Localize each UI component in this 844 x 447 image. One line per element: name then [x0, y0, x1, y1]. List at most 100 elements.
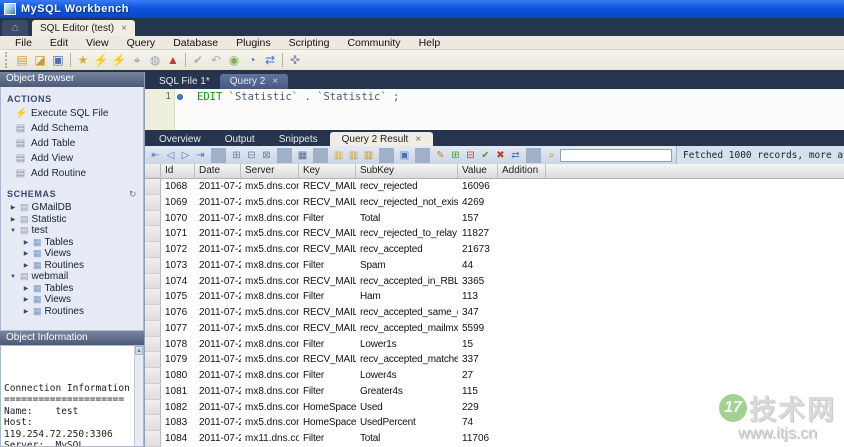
cell-value[interactable]: 157	[458, 211, 498, 227]
discard-changes-icon[interactable]: ✖	[493, 148, 508, 163]
cell-subkey[interactable]: Greater4s	[356, 384, 458, 400]
cell-value[interactable]: 44	[458, 258, 498, 274]
cell-subkey[interactable]: Spam	[356, 258, 458, 274]
cell-date[interactable]: 2011-07-20	[195, 321, 241, 337]
table-row[interactable]: 1068 2011-07-20 mx5.dns.com.cn RECV_MAIL…	[145, 179, 844, 195]
cell-key[interactable]: HomeSpace	[299, 400, 356, 416]
cell-value[interactable]: 4269	[458, 195, 498, 211]
cell-date[interactable]: 2011-07-20	[195, 400, 241, 416]
cell-server[interactable]: mx8.dns.com.cn	[241, 289, 299, 305]
cell-id[interactable]: 1068	[161, 179, 195, 195]
cell-subkey[interactable]: recv_accepted_mailmx	[356, 321, 458, 337]
row-selector[interactable]	[145, 368, 161, 384]
manage-columns-icon[interactable]: ▥	[361, 148, 376, 163]
stop-icon[interactable]: ◍	[146, 52, 164, 69]
sort-desc-icon[interactable]: ▥	[346, 148, 361, 163]
export-recordset-icon[interactable]: ▣	[397, 148, 412, 163]
schema-gmaildb[interactable]: ▶ ▤ GMailDB	[5, 202, 143, 214]
tab-overview[interactable]: Overview ×	[147, 132, 213, 146]
schema-test[interactable]: ▼ ▤ test	[5, 225, 143, 237]
cell-date[interactable]: 2011-07-20	[195, 226, 241, 242]
cell-date[interactable]: 2011-07-20	[195, 431, 241, 447]
expander-icon[interactable]: ▶	[22, 250, 30, 257]
cell-server[interactable]: mx5.dns.com.cn	[241, 305, 299, 321]
cell-value[interactable]: 115	[458, 384, 498, 400]
separator[interactable]	[185, 53, 186, 67]
close-tab-icon[interactable]: ×	[121, 23, 127, 34]
cell-server[interactable]: mx5.dns.com.cn	[241, 352, 299, 368]
cell-key[interactable]: RECV_MAIL	[299, 321, 356, 337]
cell-server[interactable]: mx8.dns.com.cn	[241, 368, 299, 384]
cell-key[interactable]: Filter	[299, 289, 356, 305]
new-sql-tab-icon[interactable]: ▤	[13, 52, 31, 69]
cell-key[interactable]: Filter	[299, 211, 356, 227]
cell-id[interactable]: 1071	[161, 226, 195, 242]
cell-addition[interactable]	[498, 258, 546, 274]
code-line[interactable]: EDIT `Statistic` . `Statistic` ;	[175, 89, 399, 130]
menu-edit[interactable]: Edit	[41, 37, 77, 49]
remove-record-icon[interactable]: ⊟	[463, 148, 478, 163]
titlebar[interactable]: MySQL Workbench	[0, 0, 844, 18]
menu-query[interactable]: Query	[118, 37, 165, 49]
col-header-subkey[interactable]: SubKey	[356, 164, 458, 178]
cell-key[interactable]: RECV_MAIL	[299, 195, 356, 211]
schema-statistic[interactable]: ▶ ▤ Statistic	[5, 214, 143, 226]
cell-server[interactable]: mx5.dns.com.cn	[241, 274, 299, 290]
cell-date[interactable]: 2011-07-20	[195, 305, 241, 321]
scroll-up-icon[interactable]: ▲	[135, 346, 143, 355]
prev-record-icon[interactable]: ◁	[163, 148, 178, 163]
action-add-routine[interactable]: ▤ Add Routine	[1, 166, 143, 181]
next-record-icon[interactable]: ▷	[178, 148, 193, 163]
row-selector[interactable]	[145, 211, 161, 227]
cell-id[interactable]: 1073	[161, 258, 195, 274]
cell-key[interactable]: HomeSpace	[299, 415, 356, 431]
col-header-addition[interactable]: Addition	[498, 164, 546, 178]
table-row[interactable]: 1079 2011-07-20 mx5.dns.com.cn RECV_MAIL…	[145, 352, 844, 368]
row-selector[interactable]	[145, 242, 161, 258]
action-execute-sql-file[interactable]: ⚡ Execute SQL File	[1, 106, 143, 121]
expander-icon[interactable]: ▶	[22, 239, 30, 246]
cell-addition[interactable]	[498, 289, 546, 305]
tab-snippets[interactable]: Snippets ×	[267, 132, 330, 146]
last-record-icon[interactable]: ⇥	[193, 148, 208, 163]
col-header-value[interactable]: Value	[458, 164, 498, 178]
cell-id[interactable]: 1076	[161, 305, 195, 321]
table-row[interactable]: 1069 2011-07-20 mx5.dns.com.cn RECV_MAIL…	[145, 195, 844, 211]
cell-value[interactable]: 16096	[458, 179, 498, 195]
cell-value[interactable]: 15	[458, 337, 498, 353]
cell-subkey[interactable]: recv_accepted_same_domain	[356, 305, 458, 321]
webmail-tables[interactable]: ▶ ▦ Tables	[5, 283, 143, 295]
expander-icon[interactable]: ▶	[9, 204, 17, 211]
cell-subkey[interactable]: recv_rejected_not_existing	[356, 195, 458, 211]
cell-server[interactable]: mx11.dns.com...	[241, 431, 299, 447]
cell-addition[interactable]	[498, 431, 546, 447]
table-row[interactable]: 1082 2011-07-20 mx5.dns.com.cn HomeSpace…	[145, 400, 844, 416]
table-row[interactable]: 1073 2011-07-20 mx8.dns.com.cn Filter Sp…	[145, 258, 844, 274]
sql-editor[interactable]: 1 EDIT `Statistic` . `Statistic` ;	[145, 89, 844, 130]
row-selector[interactable]	[145, 305, 161, 321]
cell-subkey[interactable]: recv_accepted_matched	[356, 352, 458, 368]
toggle-grid-icon[interactable]: ▦	[295, 148, 310, 163]
stop-on-error-icon[interactable]: ▲	[164, 52, 182, 69]
table-row[interactable]: 1075 2011-07-20 mx8.dns.com.cn Filter Ha…	[145, 289, 844, 305]
cell-addition[interactable]	[498, 368, 546, 384]
menu-scripting[interactable]: Scripting	[280, 37, 339, 49]
cell-date[interactable]: 2011-07-20	[195, 242, 241, 258]
row-selector[interactable]	[145, 352, 161, 368]
open-sql-file-icon[interactable]: ◪	[31, 52, 49, 69]
cell-subkey[interactable]: Total	[356, 431, 458, 447]
cell-key[interactable]: RECV_MAIL	[299, 352, 356, 368]
table-row[interactable]: 1072 2011-07-20 mx5.dns.com.cn RECV_MAIL…	[145, 242, 844, 258]
cell-server[interactable]: mx5.dns.com.cn	[241, 321, 299, 337]
cell-addition[interactable]	[498, 415, 546, 431]
cell-id[interactable]: 1082	[161, 400, 195, 416]
action-add-table[interactable]: ▤ Add Table	[1, 136, 143, 151]
first-record-icon[interactable]: ⇤	[148, 148, 163, 163]
close-editor-tab-icon[interactable]: ×	[272, 76, 278, 87]
cell-date[interactable]: 2011-07-20	[195, 289, 241, 305]
cell-date[interactable]: 2011-07-20	[195, 384, 241, 400]
cell-value[interactable]: 11827	[458, 226, 498, 242]
cell-value[interactable]: 27	[458, 368, 498, 384]
table-row[interactable]: 1083 2011-07-20 mx5.dns.com.cn HomeSpace…	[145, 415, 844, 431]
row-selector[interactable]	[145, 400, 161, 416]
